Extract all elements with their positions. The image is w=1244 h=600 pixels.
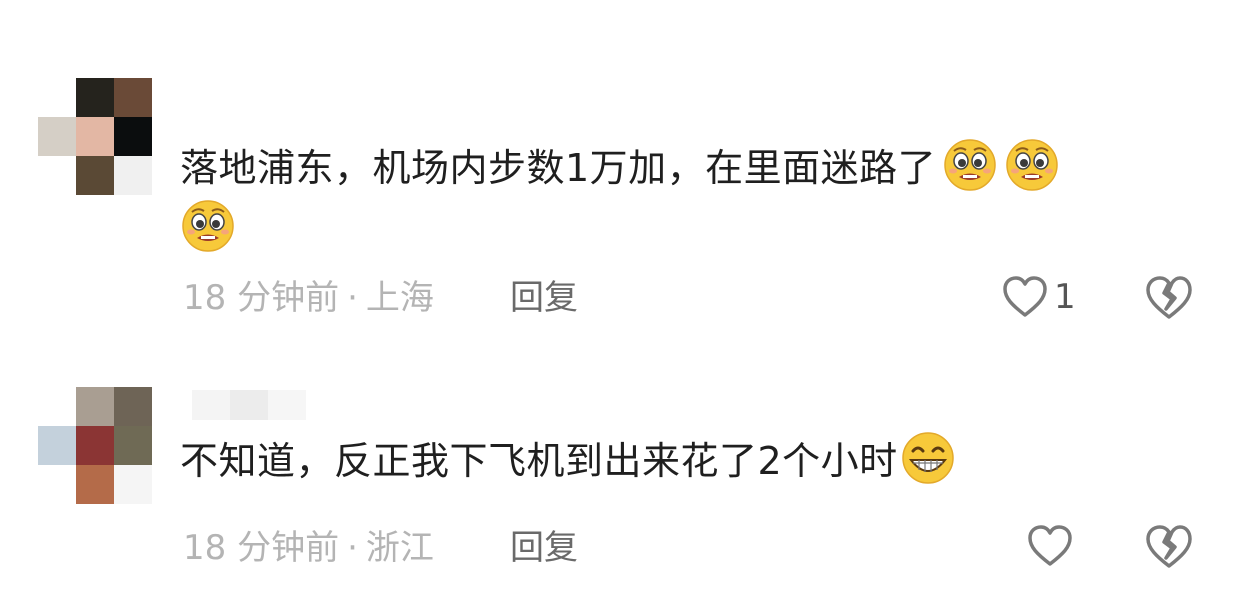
- dislike-button[interactable]: [1145, 524, 1193, 574]
- comment-text: 落地浦东，机场内步数1万加，在里面迷路了: [180, 137, 1210, 259]
- avatar[interactable]: [38, 78, 152, 195]
- comment-location: 浙江: [365, 528, 434, 568]
- comment-time: 18 分钟前: [183, 278, 340, 318]
- comment-body: 落地浦东，机场内步数1万加，在里面迷路了: [180, 146, 937, 190]
- comment-list: 落地浦东，机场内步数1万加，在里面迷路了 18 分钟前 · 上海 回复 1 不知…: [0, 0, 1244, 600]
- like-button[interactable]: [1027, 524, 1079, 568]
- broken-heart-icon: [1146, 525, 1192, 568]
- grinning-face-emoji: [901, 432, 954, 484]
- heart-icon: [1003, 276, 1047, 317]
- comment-text: 不知道，反正我下飞机到出来花了2个小时: [180, 430, 1210, 491]
- comment-meta: 18 分钟前 · 浙江: [183, 526, 434, 570]
- comment-item: 落地浦东，机场内步数1万加，在里面迷路了 18 分钟前 · 上海 回复 1: [0, 0, 1244, 340]
- meta-separator: ·: [347, 528, 358, 568]
- pleading-face-emoji: [1006, 139, 1058, 191]
- meta-separator: ·: [347, 278, 358, 318]
- username-blurred: [192, 390, 306, 420]
- comment-meta: 18 分钟前 · 上海: [183, 276, 434, 320]
- like-count: 1: [1054, 277, 1076, 317]
- heart-icon: [1028, 525, 1072, 566]
- reply-button[interactable]: 回复: [510, 526, 578, 570]
- comment-item: 不知道，反正我下飞机到出来花了2个小时 18 分钟前 · 浙江 回复: [0, 380, 1244, 600]
- comment-location: 上海: [365, 278, 434, 318]
- comment-body: 不知道，反正我下飞机到出来花了2个小时: [180, 439, 898, 483]
- avatar[interactable]: [38, 387, 152, 504]
- dislike-button[interactable]: [1145, 275, 1193, 325]
- comment-time: 18 分钟前: [183, 528, 340, 568]
- broken-heart-icon: [1146, 276, 1192, 319]
- pleading-face-emoji: [182, 200, 234, 252]
- reply-button[interactable]: 回复: [510, 276, 578, 320]
- pleading-face-emoji: [944, 139, 996, 191]
- like-button[interactable]: 1: [1002, 275, 1076, 319]
